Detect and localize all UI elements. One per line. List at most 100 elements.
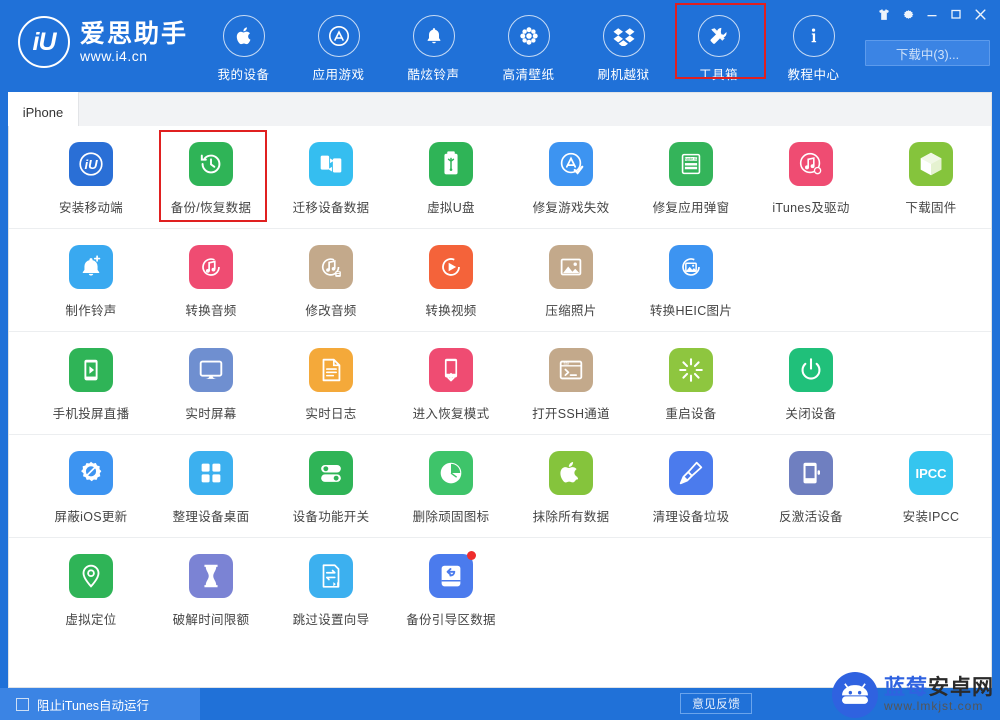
tool-download-firmware[interactable]: 下载固件 [871,126,991,228]
tool-label: 虚拟U盘 [427,201,475,215]
tool-realtime-log[interactable]: 实时日志 [271,332,391,434]
tool-feature-toggle[interactable]: 设备功能开关 [271,435,391,537]
tool-convert-video[interactable]: 转换视频 [391,229,511,331]
tool-convert-heic[interactable]: 转换HEIC图片 [631,229,751,331]
minimize-icon[interactable] [920,3,944,25]
tool-label: 跳过设置向导 [292,613,370,627]
settings-gear-icon[interactable] [896,3,920,25]
nav-label: 工具箱 [698,68,738,82]
tool-arrange-desktop[interactable]: 整理设备桌面 [151,435,271,537]
compress-photo-icon [549,245,593,289]
tool-clean-junk[interactable]: 清理设备垃圾 [631,435,751,537]
brand-name: 爱思助手 [80,19,189,48]
tool-deactivate-device[interactable]: 反激活设备 [751,435,871,537]
screen-cast-icon [69,348,113,392]
tool-virtual-location[interactable]: 虚拟定位 [31,538,151,640]
nav-item-wallpapers[interactable]: 高清壁纸 [481,10,576,83]
svg-text:iU: iU [84,157,98,172]
erase-all-data-icon [549,451,593,495]
tool-virtual-usb[interactable]: 虚拟U盘 [391,126,511,228]
tool-label: 关闭设备 [785,407,837,421]
svg-text:Apple ID: Apple ID [685,157,698,161]
block-itunes-checkbox[interactable] [16,697,29,711]
tool-block-ios-update[interactable]: 屏蔽iOS更新 [31,435,151,537]
tool-itunes-driver[interactable]: iTunes及驱动 [751,126,871,228]
tool-shutdown-device[interactable]: 关闭设备 [751,332,871,434]
realtime-log-icon [309,348,353,392]
brand-logo[interactable]: iU 爱思助手 www.i4.cn [18,16,188,68]
feedback-button[interactable]: 意见反馈 [680,693,752,714]
nav-item-apps-games[interactable]: 应用游戏 [291,10,386,83]
tool-label: 屏蔽iOS更新 [54,510,128,524]
tool-compress-photo[interactable]: 压缩照片 [511,229,631,331]
tool-label: 下载固件 [905,201,957,215]
tool-recovery-mode[interactable]: 进入恢复模式 [391,332,511,434]
skin-icon[interactable] [872,3,896,25]
nav-item-flash-jailbreak[interactable]: 刷机越狱 [576,10,671,83]
box-icon [602,15,645,57]
nav-label: 教程中心 [787,68,840,82]
block-ios-update-icon [69,451,113,495]
tool-fix-game[interactable]: 修复游戏失效 [511,126,631,228]
nav-item-tutorial-center[interactable]: 教程中心 [766,10,861,83]
tool-backup-boot-data[interactable]: 备份引导区数据 [391,538,511,640]
block-itunes-row[interactable]: 阻止iTunes自动运行 [0,688,200,720]
app-window: iU 爱思助手 www.i4.cn 我的设备 应用游戏 酷炫铃声 高清壁纸 刷机… [0,0,1000,720]
tool-crack-time-limit[interactable]: 破解时间限额 [151,538,271,640]
tool-install-ipcc[interactable]: IPCC 安装IPCC [871,435,991,537]
android-robot-icon [832,672,878,718]
toolbox-row: 手机投屏直播 实时屏幕 实时日志 进入恢复模式 SSH 打开SSH通道 重启设备… [9,332,991,435]
nav-item-ringtones[interactable]: 酷炫铃声 [386,10,481,83]
watermark: 蓝莓安卓网 www.lmkjst.com [832,672,994,718]
watermark-name-dark: 安卓网 [928,676,994,699]
convert-audio-icon [189,245,233,289]
tool-label: 清理设备垃圾 [652,510,730,524]
tool-label: 整理设备桌面 [172,510,250,524]
tool-label: 手机投屏直播 [52,407,130,421]
tool-erase-all-data[interactable]: 抹除所有数据 [511,435,631,537]
tool-label: 转换音频 [185,304,237,318]
backup-restore-icon [189,142,233,186]
recovery-mode-icon [429,348,473,392]
tool-label: 实时日志 [305,407,357,421]
tool-realtime-screen[interactable]: 实时屏幕 [151,332,271,434]
ssh-tunnel-icon: SSH [549,348,593,392]
tool-label: 压缩照片 [545,304,597,318]
tool-reboot-device[interactable]: 重启设备 [631,332,751,434]
brand-text: 爱思助手 www.i4.cn [80,20,188,65]
apple-icon [222,15,265,57]
nav-item-toolbox[interactable]: 工具箱 [671,3,766,83]
tool-edit-audio[interactable]: 修改音频 [271,229,391,331]
install-ipcc-icon: IPCC [909,451,953,495]
appstore-icon [317,15,360,57]
tool-label: 修复游戏失效 [532,201,610,215]
tool-skip-setup-wizard[interactable]: 跳过设置向导 [271,538,391,640]
tool-label: iTunes及驱动 [772,201,850,215]
tool-convert-audio[interactable]: 转换音频 [151,229,271,331]
shutdown-device-icon [789,348,833,392]
maximize-icon[interactable] [944,3,968,25]
tool-screen-cast[interactable]: 手机投屏直播 [31,332,151,434]
tool-install-mobile[interactable]: iU 安装移动端 [31,126,151,228]
svg-text:SSH: SSH [564,362,570,366]
tool-ssh-tunnel[interactable]: SSH 打开SSH通道 [511,332,631,434]
nav-item-my-device[interactable]: 我的设备 [196,10,291,83]
download-status-button[interactable]: 下载中(3)... [865,40,990,66]
close-icon[interactable] [968,3,992,25]
tool-label: 破解时间限额 [172,613,250,627]
tool-label: 删除顽固图标 [412,510,490,524]
toolbox-row: 虚拟定位 破解时间限额 跳过设置向导 备份引导区数据 [9,538,991,640]
tool-label: 打开SSH通道 [532,407,610,421]
tool-delete-stubborn-icon[interactable]: 删除顽固图标 [391,435,511,537]
nav-label: 高清壁纸 [502,68,555,82]
tool-migrate-device-data[interactable]: 迁移设备数据 [271,126,391,228]
tool-fix-app-popup[interactable]: Apple ID 修复应用弹窗 [631,126,751,228]
tool-make-ringtone[interactable]: 制作铃声 [31,229,151,331]
toolbox-content: iU 安装移动端 备份/恢复数据 迁移设备数据 虚拟U盘 修复游戏失效 Appl… [8,126,992,688]
realtime-screen-icon [189,348,233,392]
edit-audio-icon [309,245,353,289]
tool-label: 迁移设备数据 [292,201,370,215]
tool-backup-restore[interactable]: 备份/恢复数据 [151,126,271,228]
clean-junk-icon [669,451,713,495]
nav-label: 我的设备 [217,68,270,82]
